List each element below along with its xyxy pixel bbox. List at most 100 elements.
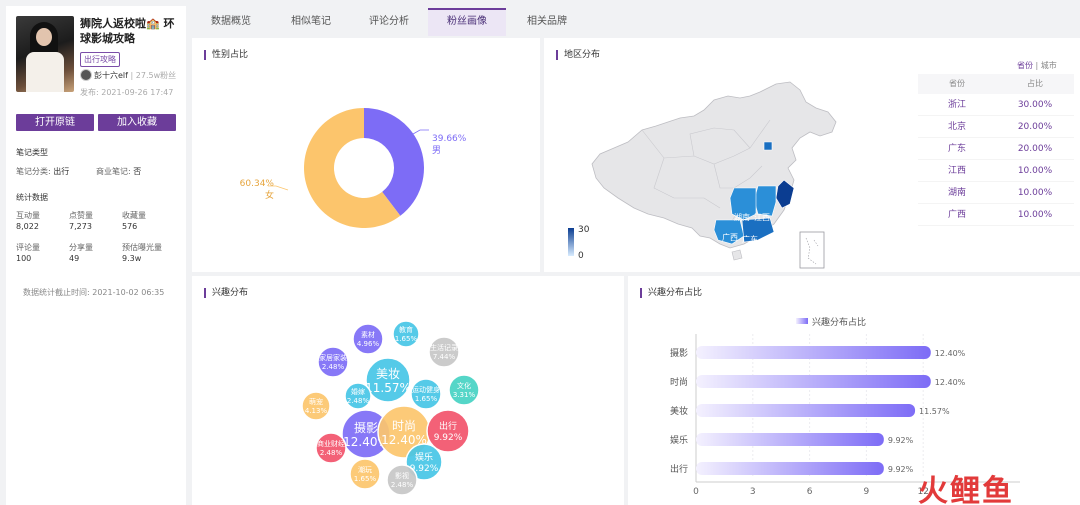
map-label-jiangxi: 江西 <box>754 213 770 222</box>
interest-bubble[interactable]: 素材4.96% <box>352 323 384 355</box>
tab-fan-profile[interactable]: 粉丝画像 <box>428 8 506 36</box>
stat-label: 分享量 <box>69 243 93 252</box>
province-name: 江西 <box>947 166 966 176</box>
bubble-name: 家居家装 <box>319 353 347 362</box>
map-province-jiangxi[interactable] <box>753 185 777 217</box>
bar-value-label: 12.40% <box>935 378 966 387</box>
x-tick-label: 6 <box>807 487 813 497</box>
bar[interactable] <box>696 346 931 359</box>
add-favorite-button[interactable]: 加入收藏 <box>98 114 176 131</box>
x-tick-label: 9 <box>864 487 870 497</box>
note-commercial-value: 否 <box>133 167 142 176</box>
stat-value: 100 <box>16 254 32 263</box>
bubble-pct: 1.65% <box>395 335 418 343</box>
interest-bubble[interactable]: 教育1.65% <box>392 320 420 348</box>
bubble-name: 摄影 <box>354 420 378 435</box>
table-row: 浙江 30.00% <box>918 94 1074 116</box>
interest-bubble[interactable]: 商业财经2.48% <box>315 432 347 464</box>
province-name: 北京 <box>947 122 966 132</box>
tab-data-overview[interactable]: 数据概览 <box>192 8 270 36</box>
x-tick-label: 3 <box>750 487 756 497</box>
legend-min: 0 <box>578 251 584 261</box>
x-tick-label: 0 <box>693 487 699 497</box>
bubble-name: 运动健身 <box>412 385 440 394</box>
bubble-name: 素材 <box>361 330 375 339</box>
interest-bubble[interactable]: 文化3.31% <box>448 374 480 406</box>
header-share: 占比 <box>1027 79 1043 88</box>
tab-related-brands[interactable]: 相关品牌 <box>508 8 586 36</box>
province-name: 浙江 <box>947 100 966 110</box>
header-province: 省份 <box>949 79 965 88</box>
bubble-pct: 3.31% <box>453 391 476 399</box>
province-pct: 20.00% <box>1017 144 1053 154</box>
bubble-name: 影视 <box>395 471 409 480</box>
bubble-pct: 2.48% <box>322 363 345 371</box>
note-tag: 出行攻略 <box>80 52 120 67</box>
stat-value: 9.3w <box>122 254 142 263</box>
province-pct: 20.00% <box>1017 122 1053 132</box>
bubble-pct: 11.57% <box>365 381 411 395</box>
note-category-label: 笔记分类: <box>16 167 51 176</box>
y-tick-label: 美妆 <box>670 405 688 417</box>
interest-bubble[interactable]: 家居家装2.48% <box>317 346 349 378</box>
bubble-pct: 2.48% <box>391 481 414 489</box>
note-cover-image[interactable] <box>16 16 74 92</box>
interest-bubble[interactable]: 运动健身1.65% <box>410 378 442 410</box>
note-category-value: 出行 <box>53 167 70 176</box>
region-panel: 地区分布 湖南 江西 广西 广东 30 0 省份 | 城市 省份 占比 浙江 3… <box>544 38 1080 272</box>
interest-title: 兴趣分布 <box>204 288 248 298</box>
map-province-beijing[interactable] <box>763 141 773 151</box>
map-label-guangdong: 广东 <box>742 234 758 244</box>
bubble-name: 生活记录 <box>430 343 458 352</box>
y-tick-label: 摄影 <box>670 347 688 359</box>
author-name[interactable]: 彭十六elf <box>94 71 128 80</box>
tab-similar-notes[interactable]: 相似笔记 <box>272 8 350 36</box>
watermark-logo: 火鲤鱼 <box>918 474 1014 505</box>
bar[interactable] <box>696 433 884 446</box>
province-name: 湖南 <box>947 188 966 198</box>
interest-bubble[interactable]: 美妆11.57% <box>365 357 411 403</box>
author-fans: 27.5w粉丝 <box>135 71 177 80</box>
interest-bubble[interactable]: 生活记录7.44% <box>428 336 460 368</box>
female-label: 女 <box>265 189 274 201</box>
author-info: 彭十六elf | 27.5w粉丝 <box>94 71 177 80</box>
bubble-pct: 1.65% <box>354 475 377 483</box>
bar[interactable] <box>696 375 931 388</box>
table-row: 北京 20.00% <box>918 116 1074 138</box>
stat-value: 7,273 <box>69 222 92 231</box>
bubble-pct: 2.48% <box>347 397 370 405</box>
china-map: 湖南 江西 广西 广东 30 0 <box>568 81 837 269</box>
bar[interactable] <box>696 404 916 417</box>
bar-value-label: 12.40% <box>935 349 966 358</box>
tab-bar: 数据概览 相似笔记 评论分析 粉丝画像 相关品牌 <box>192 8 1080 38</box>
data-cutoff-time: 数据统计截止时间: 2021-10-02 06:35 <box>23 288 165 297</box>
interest-bubble[interactable]: 影视2.48% <box>386 464 418 496</box>
interest-bubble[interactable]: 萌宠4.13% <box>301 391 331 421</box>
interest-bubble[interactable]: 婚嫁2.48% <box>344 382 372 410</box>
toggle-city[interactable]: 城市 <box>1041 61 1057 70</box>
bar[interactable] <box>696 462 884 475</box>
interest-bubble[interactable]: 潮玩1.65% <box>349 458 381 490</box>
bubble-name: 时尚 <box>392 419 416 433</box>
stat-value: 49 <box>69 254 80 263</box>
bubble-name: 萌宠 <box>309 397 323 406</box>
note-title: 狮院人返校啦🏫 环球影城攻略 <box>80 17 175 45</box>
y-tick-label: 娱乐 <box>670 434 688 446</box>
province-pct: 30.00% <box>1017 100 1053 110</box>
male-pct-label: 39.66% <box>432 134 467 144</box>
interest-bubble[interactable]: 出行9.92% <box>426 409 470 453</box>
author-avatar[interactable] <box>80 69 92 81</box>
open-link-button[interactable]: 打开原链 <box>16 114 94 131</box>
legend-label: 兴趣分布占比 <box>812 316 866 328</box>
bubble-pct: 1.65% <box>415 395 438 403</box>
bubble-pct: 7.44% <box>433 353 456 361</box>
table-row: 广西 10.00% <box>918 204 1074 226</box>
tab-comment-analysis[interactable]: 评论分析 <box>350 8 428 36</box>
map-label-hunan: 湖南 <box>734 212 750 222</box>
stat-label: 评论量 <box>16 243 40 252</box>
toggle-province[interactable]: 省份 <box>1017 61 1033 70</box>
map-label-guangxi: 广西 <box>722 232 738 242</box>
legend-max: 30 <box>578 225 590 235</box>
map-color-legend <box>568 228 574 256</box>
province-pct: 10.00% <box>1017 188 1053 198</box>
